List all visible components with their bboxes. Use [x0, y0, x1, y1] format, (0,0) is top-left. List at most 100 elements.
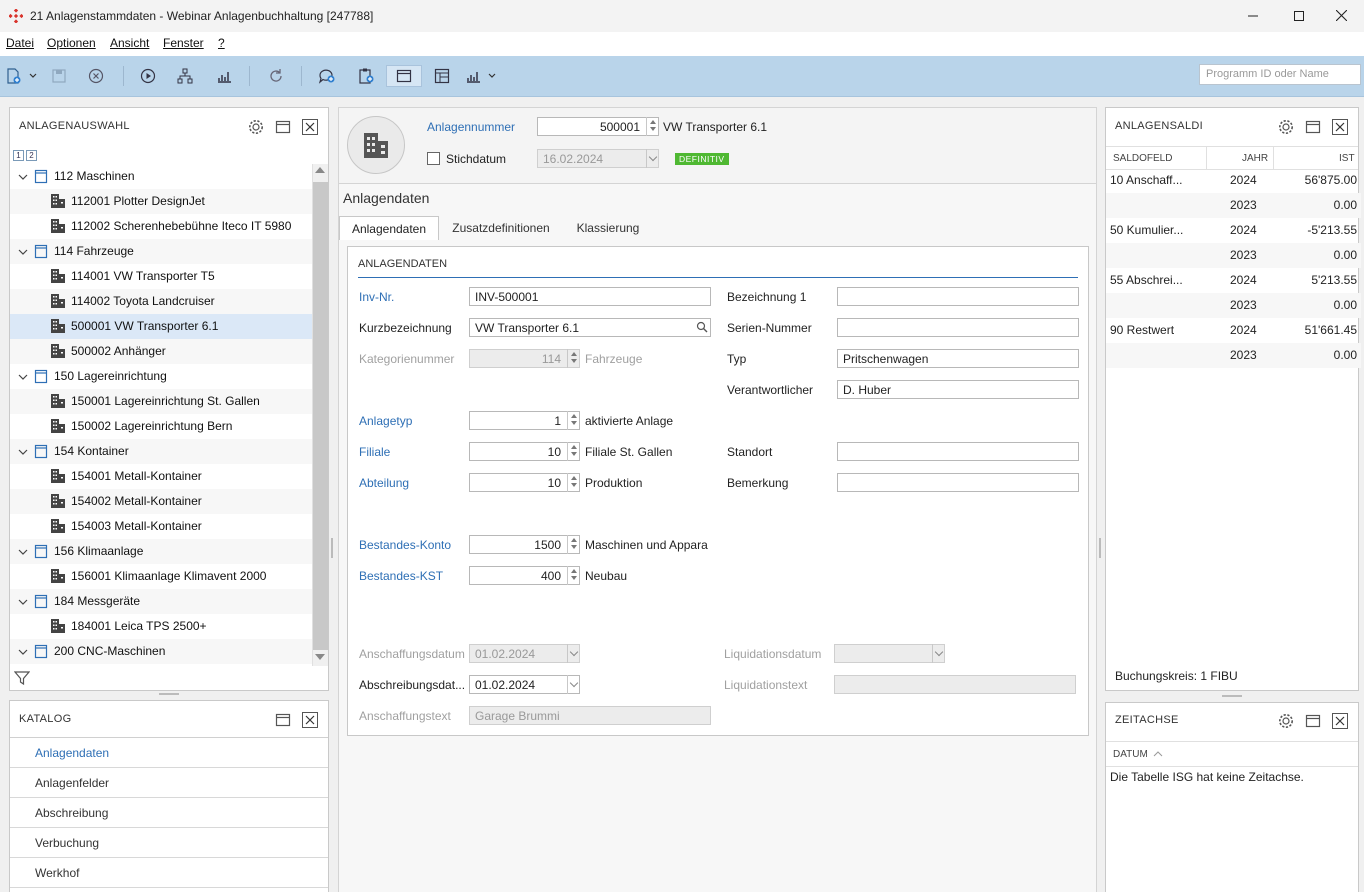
tree-group-row[interactable]: 154 Kontainer	[10, 439, 312, 464]
tree-item-row[interactable]: 184001 Leica TPS 2500+	[10, 614, 312, 639]
gear-icon[interactable]	[247, 118, 265, 136]
column-saldofeld[interactable]: SALDOFELD	[1113, 153, 1172, 164]
chevron-down-icon[interactable]	[18, 547, 28, 557]
splitter-handle[interactable]	[1099, 538, 1101, 558]
tree-item-row[interactable]: 114001 VW Transporter T5	[10, 264, 312, 289]
tree-item-row[interactable]: 156001 Klimaanlage Klimavent 2000	[10, 564, 312, 589]
report-button[interactable]	[464, 65, 500, 87]
bestandes-kst-input[interactable]: 400	[469, 566, 580, 585]
standort-input[interactable]	[837, 442, 1079, 461]
hierarchy-button[interactable]	[174, 65, 196, 87]
tree-item-row[interactable]: 500002 Anhänger	[10, 339, 312, 364]
katalog-item-anlagenfelder[interactable]: Anlagenfelder	[10, 768, 328, 798]
close-icon[interactable]	[1332, 119, 1348, 135]
tree-item-row[interactable]: 112001 Plotter DesignJet	[10, 189, 312, 214]
bezeichnung1-input[interactable]	[837, 287, 1079, 306]
tab-klassierung[interactable]: Klassierung	[565, 216, 651, 240]
gear-icon[interactable]	[1277, 712, 1295, 730]
stichdatum-dropdown[interactable]	[645, 149, 659, 168]
kategorienummer-input[interactable]: 114	[469, 349, 580, 368]
kurzbezeichnung-input[interactable]: VW Transporter 6.1	[469, 318, 711, 337]
chevron-down-icon[interactable]	[18, 247, 28, 257]
tree-item-row[interactable]: 114002 Toyota Landcruiser	[10, 289, 312, 314]
window-icon[interactable]	[275, 119, 291, 135]
filiale-spinner[interactable]	[566, 442, 580, 461]
anschaffungstext-input[interactable]: Garage Brummi	[469, 706, 711, 725]
stichdatum-checkbox[interactable]	[427, 152, 440, 165]
abteilung-input[interactable]: 10	[469, 473, 580, 492]
close-icon[interactable]	[1332, 713, 1348, 729]
run-button[interactable]	[137, 65, 159, 87]
anschaffungsdatum-input[interactable]: 01.02.2024	[469, 644, 580, 663]
chart-button[interactable]	[213, 65, 235, 87]
anlagennummer-input[interactable]: 500001	[537, 117, 659, 136]
maximize-button[interactable]	[1276, 0, 1322, 32]
liquidationstext-input[interactable]	[834, 675, 1076, 694]
cancel-button[interactable]	[85, 65, 107, 87]
saldi-row[interactable]: 10 Anschaff... 2024 56'875.00	[1106, 168, 1361, 193]
program-search-input[interactable]: Programm ID oder Name	[1199, 64, 1361, 85]
anlagennummer-spinner[interactable]	[645, 117, 659, 136]
window-icon[interactable]	[275, 712, 291, 728]
menu-help[interactable]: ?	[218, 36, 225, 50]
abteilung-spinner[interactable]	[566, 473, 580, 492]
save-button[interactable]	[48, 65, 70, 87]
chevron-down-icon[interactable]	[18, 597, 28, 607]
window-icon[interactable]	[1305, 713, 1321, 729]
anlagetyp-spinner[interactable]	[566, 411, 580, 430]
gear-icon[interactable]	[1277, 118, 1295, 136]
minimize-button[interactable]	[1230, 0, 1276, 32]
search-icon[interactable]	[696, 321, 708, 333]
tree-item-row[interactable]: 154002 Metall-Kontainer	[10, 489, 312, 514]
tree-scrollbar[interactable]	[312, 164, 328, 666]
tree-item-row[interactable]: 112002 Scherenhebebühne Iteco IT 5980	[10, 214, 312, 239]
katalog-item-abschreibung[interactable]: Abschreibung	[10, 798, 328, 828]
anschaffungsdatum-dropdown[interactable]	[566, 644, 580, 663]
tree-group-row[interactable]: 184 Messgeräte	[10, 589, 312, 614]
saldi-row[interactable]: 50 Kumulier... 2024 -5'213.55	[1106, 218, 1361, 243]
splitter-handle[interactable]	[331, 538, 333, 558]
katalog-item-anlagendaten[interactable]: Anlagendaten	[10, 738, 328, 768]
tree-group-row[interactable]: 156 Klimaanlage	[10, 539, 312, 564]
splitter-handle[interactable]	[159, 693, 179, 695]
bestandes-kst-spinner[interactable]	[566, 566, 580, 585]
inv-nr-input[interactable]: INV-500001	[469, 287, 711, 306]
scroll-down-arrow-icon[interactable]	[315, 654, 325, 660]
saldi-row[interactable]: 55 Abschrei... 2024 5'213.55	[1106, 268, 1361, 293]
column-ist[interactable]: IST	[1339, 153, 1355, 164]
close-icon[interactable]	[302, 712, 318, 728]
saldi-row[interactable]: 2023 0.00	[1106, 293, 1361, 318]
saldi-row[interactable]: 2023 0.00	[1106, 243, 1361, 268]
tree-group-row[interactable]: 114 Fahrzeuge	[10, 239, 312, 264]
bemerkung-input[interactable]	[837, 473, 1079, 492]
bestandes-konto-spinner[interactable]	[566, 535, 580, 554]
tree-group-row[interactable]: 150 Lagereinrichtung	[10, 364, 312, 389]
column-jahr[interactable]: JAHR	[1242, 153, 1268, 164]
katalog-item-werkhof[interactable]: Werkhof	[10, 858, 328, 888]
level-2-button[interactable]: 2	[26, 150, 37, 161]
scroll-up-arrow-icon[interactable]	[315, 167, 325, 173]
tree-group-row[interactable]: 200 CNC-Maschinen	[10, 639, 312, 664]
liquidationsdatum-input[interactable]	[834, 644, 945, 663]
window-button[interactable]	[386, 65, 422, 87]
abschreibungsdatum-input[interactable]: 01.02.2024	[469, 675, 580, 694]
refresh-button[interactable]	[265, 65, 287, 87]
bestandes-konto-input[interactable]: 1500	[469, 535, 580, 554]
chevron-down-icon[interactable]	[18, 647, 28, 657]
serien-nummer-input[interactable]	[837, 318, 1079, 337]
sort-ascending-icon[interactable]	[1153, 750, 1163, 758]
saldi-row[interactable]: 90 Restwert 2024 51'661.45	[1106, 318, 1361, 343]
menu-fenster[interactable]: Fenster	[163, 36, 204, 50]
tree-item-row[interactable]: 154003 Metall-Kontainer	[10, 514, 312, 539]
tree-item-row[interactable]: 150001 Lagereinrichtung St. Gallen	[10, 389, 312, 414]
katalog-item-verbuchung[interactable]: Verbuchung	[10, 828, 328, 858]
splitter-handle[interactable]	[1222, 695, 1242, 697]
abschreibungsdatum-dropdown[interactable]	[566, 675, 580, 694]
column-datum[interactable]: DATUM	[1113, 749, 1148, 760]
filter-icon[interactable]	[14, 670, 30, 686]
chevron-down-icon[interactable]	[18, 372, 28, 382]
comment-button[interactable]	[316, 65, 338, 87]
menu-datei[interactable]: Datei	[6, 36, 34, 50]
level-1-button[interactable]: 1	[13, 150, 24, 161]
typ-input[interactable]: Pritschenwagen	[837, 349, 1079, 368]
